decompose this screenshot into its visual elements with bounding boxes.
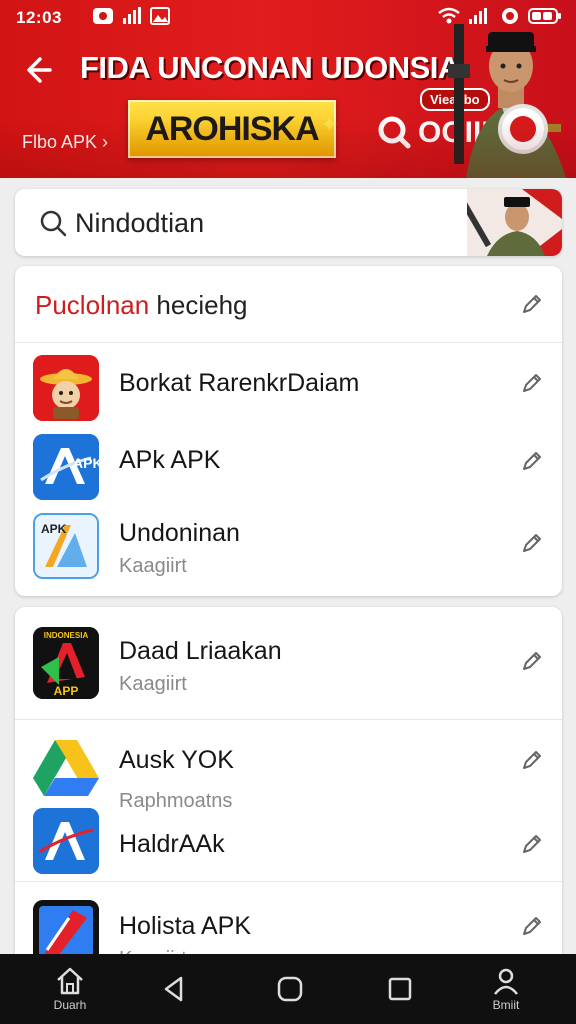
list-item[interactable]: Borkat RarenkrDaiam xyxy=(15,343,562,425)
list-item[interactable]: APK APk APK xyxy=(15,425,562,505)
apk-blue-app-icon: APK xyxy=(33,434,99,500)
app-name: Daad Lriaakan xyxy=(119,637,282,665)
recents-icon xyxy=(388,977,412,1001)
nav-home-label: Duarh xyxy=(53,998,87,1012)
app-name: Borkat RarenkrDaiam xyxy=(119,369,360,397)
app-name: Ausk YOK xyxy=(119,746,234,774)
promo-badge[interactable]: AROHISKA xyxy=(128,100,336,158)
header-record-button[interactable] xyxy=(498,104,548,154)
home-icon xyxy=(57,967,83,995)
bottom-navigation: Duarh Bmiit xyxy=(0,954,576,1024)
app-subtitle: Kaagiirt xyxy=(119,555,187,577)
app-list-card-1: Puclolnan heciehg Borkat RarenkrDaiam AP… xyxy=(15,266,562,596)
search-input[interactable] xyxy=(75,201,435,245)
nav-recents[interactable] xyxy=(350,954,450,1024)
nav-home[interactable]: Duarh xyxy=(20,954,120,1024)
page-title: FIDA UNCONAN UDONSIA xyxy=(80,50,460,85)
soldier-illustration xyxy=(446,4,576,178)
section-title: Puclolnan heciehg xyxy=(35,290,248,321)
nav-profile[interactable]: Bmiit xyxy=(456,954,556,1024)
search-bar xyxy=(15,189,562,256)
app-icon-label: APK xyxy=(41,522,67,536)
app-subtitle: Kaagiirt xyxy=(119,673,187,695)
edit-pencil-icon[interactable] xyxy=(520,649,544,673)
app-icon-label: APK xyxy=(73,455,99,471)
header-sub-link[interactable]: Flbo APK › xyxy=(22,132,108,153)
header-banner: 12:03 FIDA UNCONAN UDONSIA AROHISKA ✦ Fl… xyxy=(0,0,576,178)
app-name: HaldrAAk xyxy=(119,830,225,858)
nav-back[interactable] xyxy=(124,954,224,1024)
nav-profile-label: Bmiit xyxy=(492,998,520,1012)
gallery-icon xyxy=(150,7,170,30)
back-triangle-icon xyxy=(164,976,183,1002)
edit-pencil-icon[interactable] xyxy=(520,748,544,772)
profile-icon xyxy=(494,968,518,995)
soldier-thumbnail xyxy=(460,189,562,256)
list-item[interactable]: INDONESIA APP Daad Lriaakan Kaagiirt xyxy=(15,607,562,719)
list-item[interactable]: Ausk YOK Raphmoatns xyxy=(15,720,562,812)
notification-icon xyxy=(92,7,114,30)
edit-pencil-icon[interactable] xyxy=(520,914,544,938)
list-item[interactable]: APK Undoninan Kaagiirt xyxy=(15,505,562,595)
signal-bars-icon xyxy=(122,7,142,30)
header-search-icon[interactable] xyxy=(376,114,412,150)
apk-pencil-app-icon: APK xyxy=(33,513,99,579)
sparkle-icon: ✦ xyxy=(320,112,339,137)
edit-pencil-icon[interactable] xyxy=(520,449,544,473)
header-count: OOIII xyxy=(418,116,490,149)
status-left-icons xyxy=(92,7,170,30)
app-icon-label: APP xyxy=(54,684,79,698)
drive-app-icon xyxy=(33,734,99,800)
edit-pencil-icon[interactable] xyxy=(520,292,544,316)
app-name: Holista APK xyxy=(119,912,252,940)
apk-blue-app-icon xyxy=(33,808,99,874)
search-icon xyxy=(39,209,67,237)
status-time: 12:03 xyxy=(16,8,62,27)
list-item[interactable]: HaldrAAk xyxy=(15,800,562,880)
home-button-icon xyxy=(277,976,303,1002)
section-title-accent: Puclolnan xyxy=(35,290,150,320)
nav-home-circle[interactable] xyxy=(240,954,340,1024)
edit-pencil-icon[interactable] xyxy=(520,832,544,856)
app-list-card-2: INDONESIA APP Daad Lriaakan Kaagiirt Aus… xyxy=(15,607,562,967)
section-header: Puclolnan heciehg xyxy=(15,266,562,343)
edit-pencil-icon[interactable] xyxy=(520,371,544,395)
cowboy-app-icon xyxy=(33,355,99,421)
edit-pencil-icon[interactable] xyxy=(520,531,544,555)
app-icon-top-label: INDONESIA xyxy=(44,631,89,640)
app-name: APk APK xyxy=(119,446,221,474)
section-title-rest: heciehg xyxy=(149,290,248,320)
back-arrow-icon[interactable] xyxy=(22,50,62,90)
app-name: Undoninan xyxy=(119,519,240,547)
promo-badge-label: AROHISKA xyxy=(145,109,319,148)
app-store-app-icon: INDONESIA APP xyxy=(33,627,99,699)
